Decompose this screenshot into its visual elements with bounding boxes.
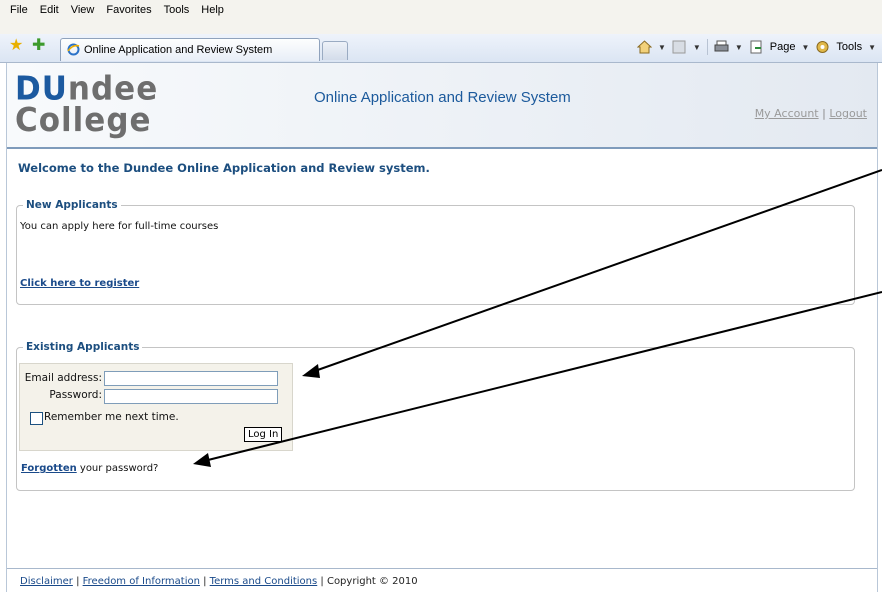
dundee-college-logo: DUndee College [15,70,159,140]
existing-applicants-legend: Existing Applicants [26,341,140,353]
menu-edit[interactable]: Edit [40,4,59,16]
site-header: DUndee College Online Application and Re… [7,63,877,149]
forgotten-password-link[interactable]: Forgotten [21,463,77,474]
browser-tabbar: ★ ✚ Online Application and Review System… [0,34,882,63]
gear-icon[interactable] [815,40,830,54]
register-link[interactable]: Click here to register [20,278,139,289]
terms-and-conditions-link[interactable]: Terms and Conditions [210,576,318,587]
chevron-down-icon[interactable]: ▼ [868,43,876,52]
page-menu[interactable]: Page [770,41,796,53]
favorites-star-icon[interactable]: ★ [9,38,23,54]
disclaimer-link[interactable]: Disclaimer [20,576,73,587]
link-separator: | [822,107,826,120]
log-in-button[interactable]: Log In [244,427,283,442]
tab-title: Online Application and Review System [84,44,273,56]
web-page: DUndee College Online Application and Re… [6,63,878,592]
site-title: Online Application and Review System [314,89,571,106]
copyright-text: | Copyright © 2010 [317,576,418,587]
logout-link[interactable]: Logout [829,107,867,120]
new-tab-button[interactable] [322,41,348,60]
new-applicants-legend: New Applicants [26,199,118,211]
ie-logo-icon [67,43,80,56]
my-account-link[interactable]: My Account [755,107,819,120]
forgotten-password-line: Forgotten your password? [21,463,158,474]
add-favorite-icon[interactable]: ✚ [32,38,45,54]
remember-me-checkbox[interactable] [30,412,43,425]
footer-divider [7,568,877,569]
tools-menu[interactable]: Tools [836,41,862,53]
new-applicants-section: New Applicants [16,199,855,305]
chevron-down-icon[interactable]: ▼ [735,43,743,52]
welcome-heading: Welcome to the Dundee Online Application… [18,161,430,175]
chevron-down-icon[interactable]: ▼ [801,43,809,52]
email-input[interactable] [104,371,278,386]
browser-menubar: File Edit View Favorites Tools Help [0,0,882,34]
home-icon[interactable] [637,40,652,54]
footer-separator: | [199,576,210,587]
menu-file[interactable]: File [10,4,28,16]
site-footer: Disclaimer | Freedom of Information | Te… [20,576,418,587]
password-input[interactable] [104,389,278,404]
print-icon[interactable] [714,40,729,54]
page-icon[interactable] [749,40,764,54]
forgotten-password-text: your password? [76,463,159,474]
freedom-of-information-link[interactable]: Freedom of Information [83,576,200,587]
menu-tools[interactable]: Tools [164,4,190,16]
toolbar-separator [706,39,708,55]
account-links: My Account | Logout [755,107,867,120]
remember-me-label: Remember me next time. [44,411,179,423]
chevron-down-icon[interactable]: ▼ [658,43,666,52]
menu-favorites[interactable]: Favorites [106,4,151,16]
footer-separator: | [72,576,83,587]
chevron-down-icon[interactable]: ▼ [693,43,701,52]
rss-feed-icon[interactable] [672,40,687,54]
password-label: Password: [49,389,102,401]
command-bar: ▼ ▼ ▼ Page ▼ Tools ▼ [637,39,876,55]
menu-help[interactable]: Help [201,4,224,16]
browser-tab-active[interactable]: Online Application and Review System [60,38,320,61]
menu-view[interactable]: View [71,4,95,16]
new-applicants-text: You can apply here for full-time courses [20,221,219,232]
email-label: Email address: [24,372,102,384]
login-form: Email address: Password: Remember me nex… [19,363,293,451]
